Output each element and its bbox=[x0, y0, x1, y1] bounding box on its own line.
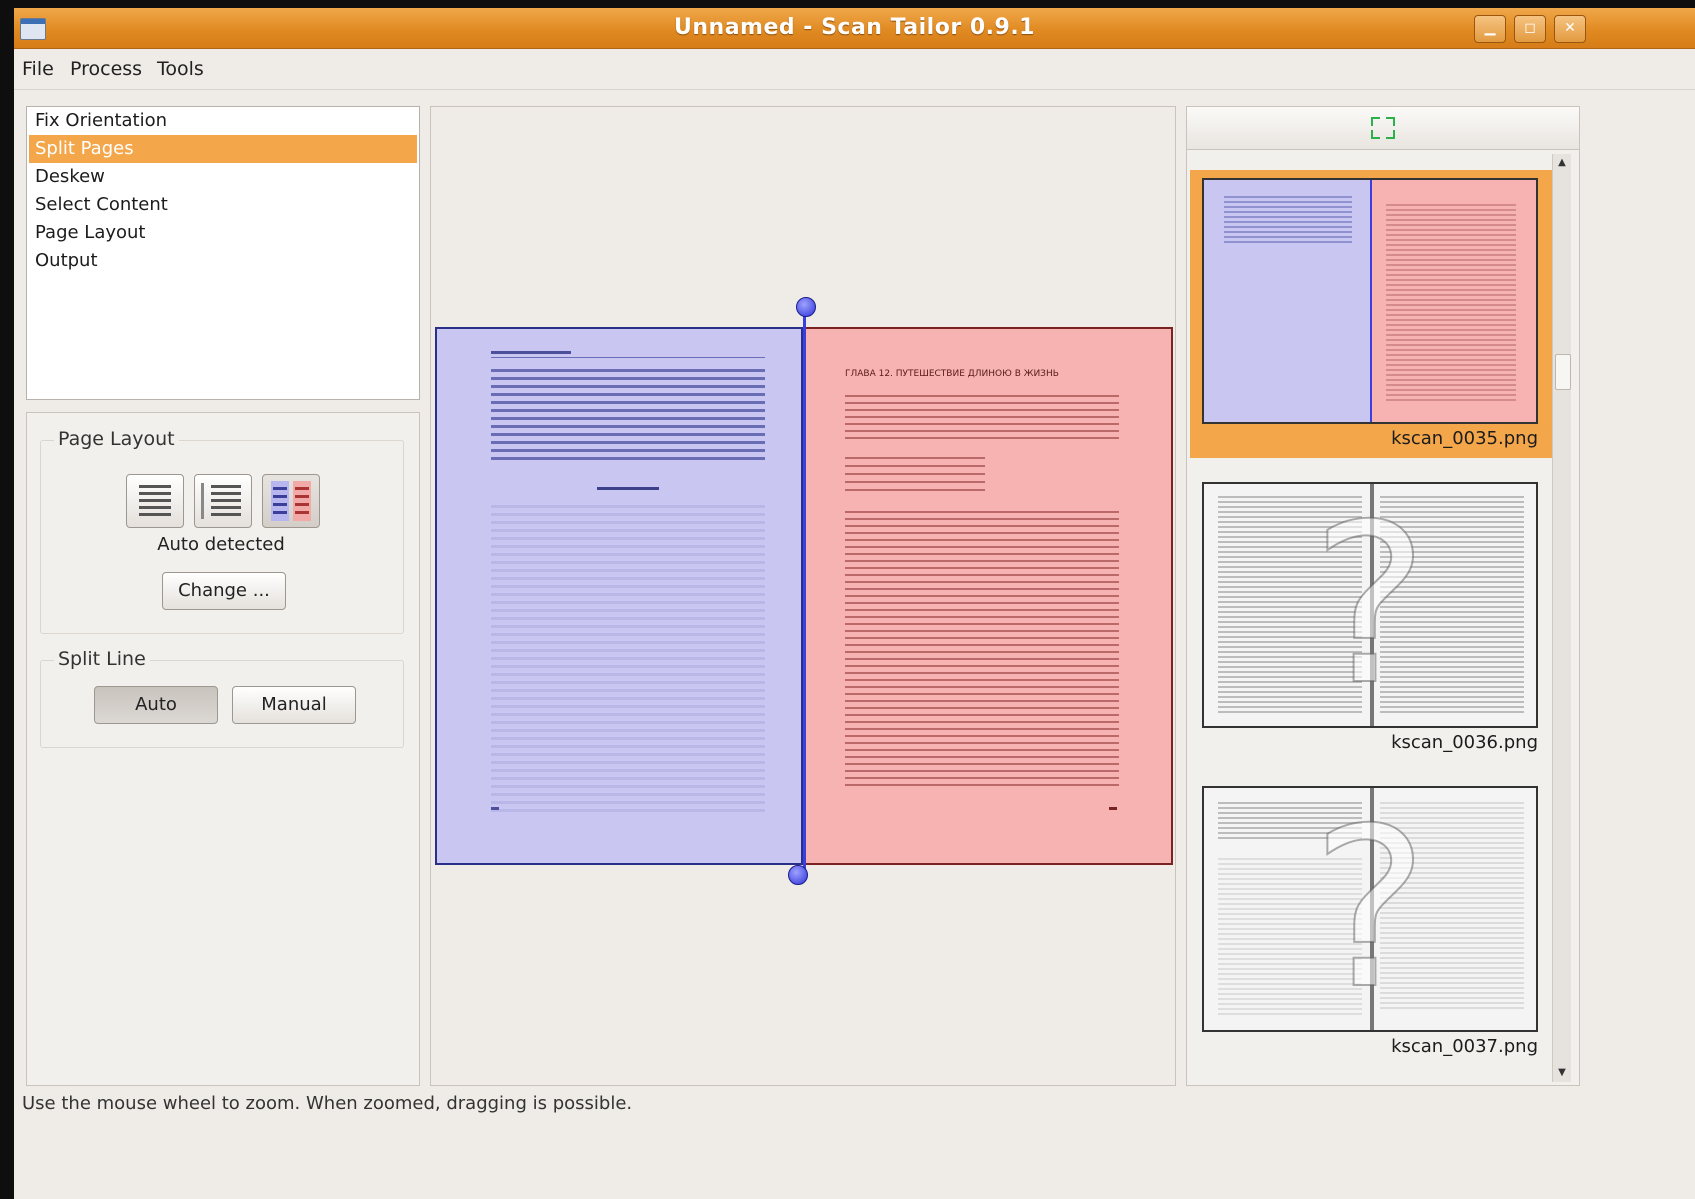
two-pages-layout-button[interactable] bbox=[262, 474, 320, 528]
fullscreen-icon[interactable] bbox=[1371, 117, 1395, 139]
left-page-region bbox=[435, 327, 803, 865]
change-layout-button[interactable]: Change ... bbox=[162, 572, 286, 610]
thumbnail-label[interactable]: kscan_0037.png bbox=[1202, 1036, 1538, 1057]
left-page-faint-text bbox=[491, 505, 765, 815]
layout-status: Auto detected bbox=[157, 534, 285, 555]
right-page-body bbox=[845, 511, 1119, 791]
unknown-status-icon: ? bbox=[1311, 781, 1430, 1037]
unknown-status-icon: ? bbox=[1311, 477, 1430, 733]
scroll-thumb[interactable] bbox=[1555, 354, 1571, 390]
split-line-bottom-handle[interactable] bbox=[788, 865, 808, 885]
minimize-icon: ▁ bbox=[1484, 20, 1496, 36]
menu-bar: File Process Tools bbox=[14, 49, 1695, 90]
app-window: Unnamed - Scan Tailor 0.9.1 ▁ ◻ ✕ File P… bbox=[14, 8, 1695, 1199]
scroll-down-arrow[interactable]: ▼ bbox=[1553, 1064, 1571, 1082]
thumbnail-label[interactable]: kscan_0035.png bbox=[1202, 428, 1538, 449]
single-page-layout-button[interactable] bbox=[126, 474, 184, 528]
thumbnail-item[interactable]: ? bbox=[1202, 786, 1538, 1032]
split-line[interactable] bbox=[803, 311, 806, 879]
filter-item-fix-orientation[interactable]: Fix Orientation bbox=[29, 107, 417, 135]
split-line-top-handle[interactable] bbox=[796, 297, 816, 317]
page-layout-title: Page Layout bbox=[54, 428, 179, 450]
window-title: Unnamed - Scan Tailor 0.9.1 bbox=[674, 15, 1035, 40]
menu-process[interactable]: Process bbox=[70, 49, 142, 89]
right-page-region: ГЛАВА 12. ПУТЕШЕСТВИЕ ДЛИНОЮ В ЖИЗНЬ bbox=[803, 327, 1173, 865]
right-page-text bbox=[845, 395, 1119, 441]
filter-item-deskew[interactable]: Deskew bbox=[29, 163, 417, 191]
book-spread-image[interactable]: ГЛАВА 12. ПУТЕШЕСТВИЕ ДЛИНОЮ В ЖИЗНЬ bbox=[435, 297, 1173, 885]
filter-item-output[interactable]: Output bbox=[29, 247, 417, 275]
split-auto-button[interactable]: Auto bbox=[94, 686, 218, 724]
thumbnail-scrollbar[interactable]: ▲ ▼ bbox=[1552, 154, 1571, 1082]
close-button[interactable]: ✕ bbox=[1554, 15, 1586, 43]
split-line-title: Split Line bbox=[54, 648, 150, 670]
right-page-heading: ГЛАВА 12. ПУТЕШЕСТВИЕ ДЛИНОЮ В ЖИЗНЬ bbox=[845, 369, 1059, 379]
split-manual-button[interactable]: Manual bbox=[232, 686, 356, 724]
title-bar[interactable]: Unnamed - Scan Tailor 0.9.1 ▁ ◻ ✕ bbox=[14, 8, 1695, 49]
close-icon: ✕ bbox=[1564, 20, 1576, 36]
thumbnail-label[interactable]: kscan_0036.png bbox=[1202, 732, 1538, 753]
thumbnail-item[interactable] bbox=[1202, 178, 1538, 424]
filter-item-split-pages[interactable]: Split Pages bbox=[29, 135, 417, 163]
thumbnail-item[interactable]: ? bbox=[1202, 482, 1538, 728]
filter-item-select-content[interactable]: Select Content bbox=[29, 191, 417, 219]
minimize-button[interactable]: ▁ bbox=[1474, 15, 1506, 43]
right-page-poem bbox=[845, 457, 985, 493]
image-view[interactable]: ГЛАВА 12. ПУТЕШЕСТВИЕ ДЛИНОЮ В ЖИЗНЬ bbox=[430, 106, 1176, 1086]
filter-item-page-layout[interactable]: Page Layout bbox=[29, 219, 417, 247]
menu-file[interactable]: File bbox=[22, 49, 54, 89]
single-page-cut-layout-button[interactable] bbox=[194, 474, 252, 528]
thumbnail-toolbar bbox=[1186, 106, 1580, 150]
scroll-up-arrow[interactable]: ▲ bbox=[1553, 154, 1571, 172]
filter-list: Fix Orientation Split Pages Deskew Selec… bbox=[26, 106, 420, 400]
maximize-icon: ◻ bbox=[1524, 20, 1536, 36]
thumbnail-image bbox=[1204, 180, 1370, 422]
status-bar: Use the mouse wheel to zoom. When zoomed… bbox=[22, 1093, 633, 1114]
left-page-text bbox=[491, 369, 765, 465]
maximize-button[interactable]: ◻ bbox=[1514, 15, 1546, 43]
menu-tools[interactable]: Tools bbox=[157, 49, 204, 89]
